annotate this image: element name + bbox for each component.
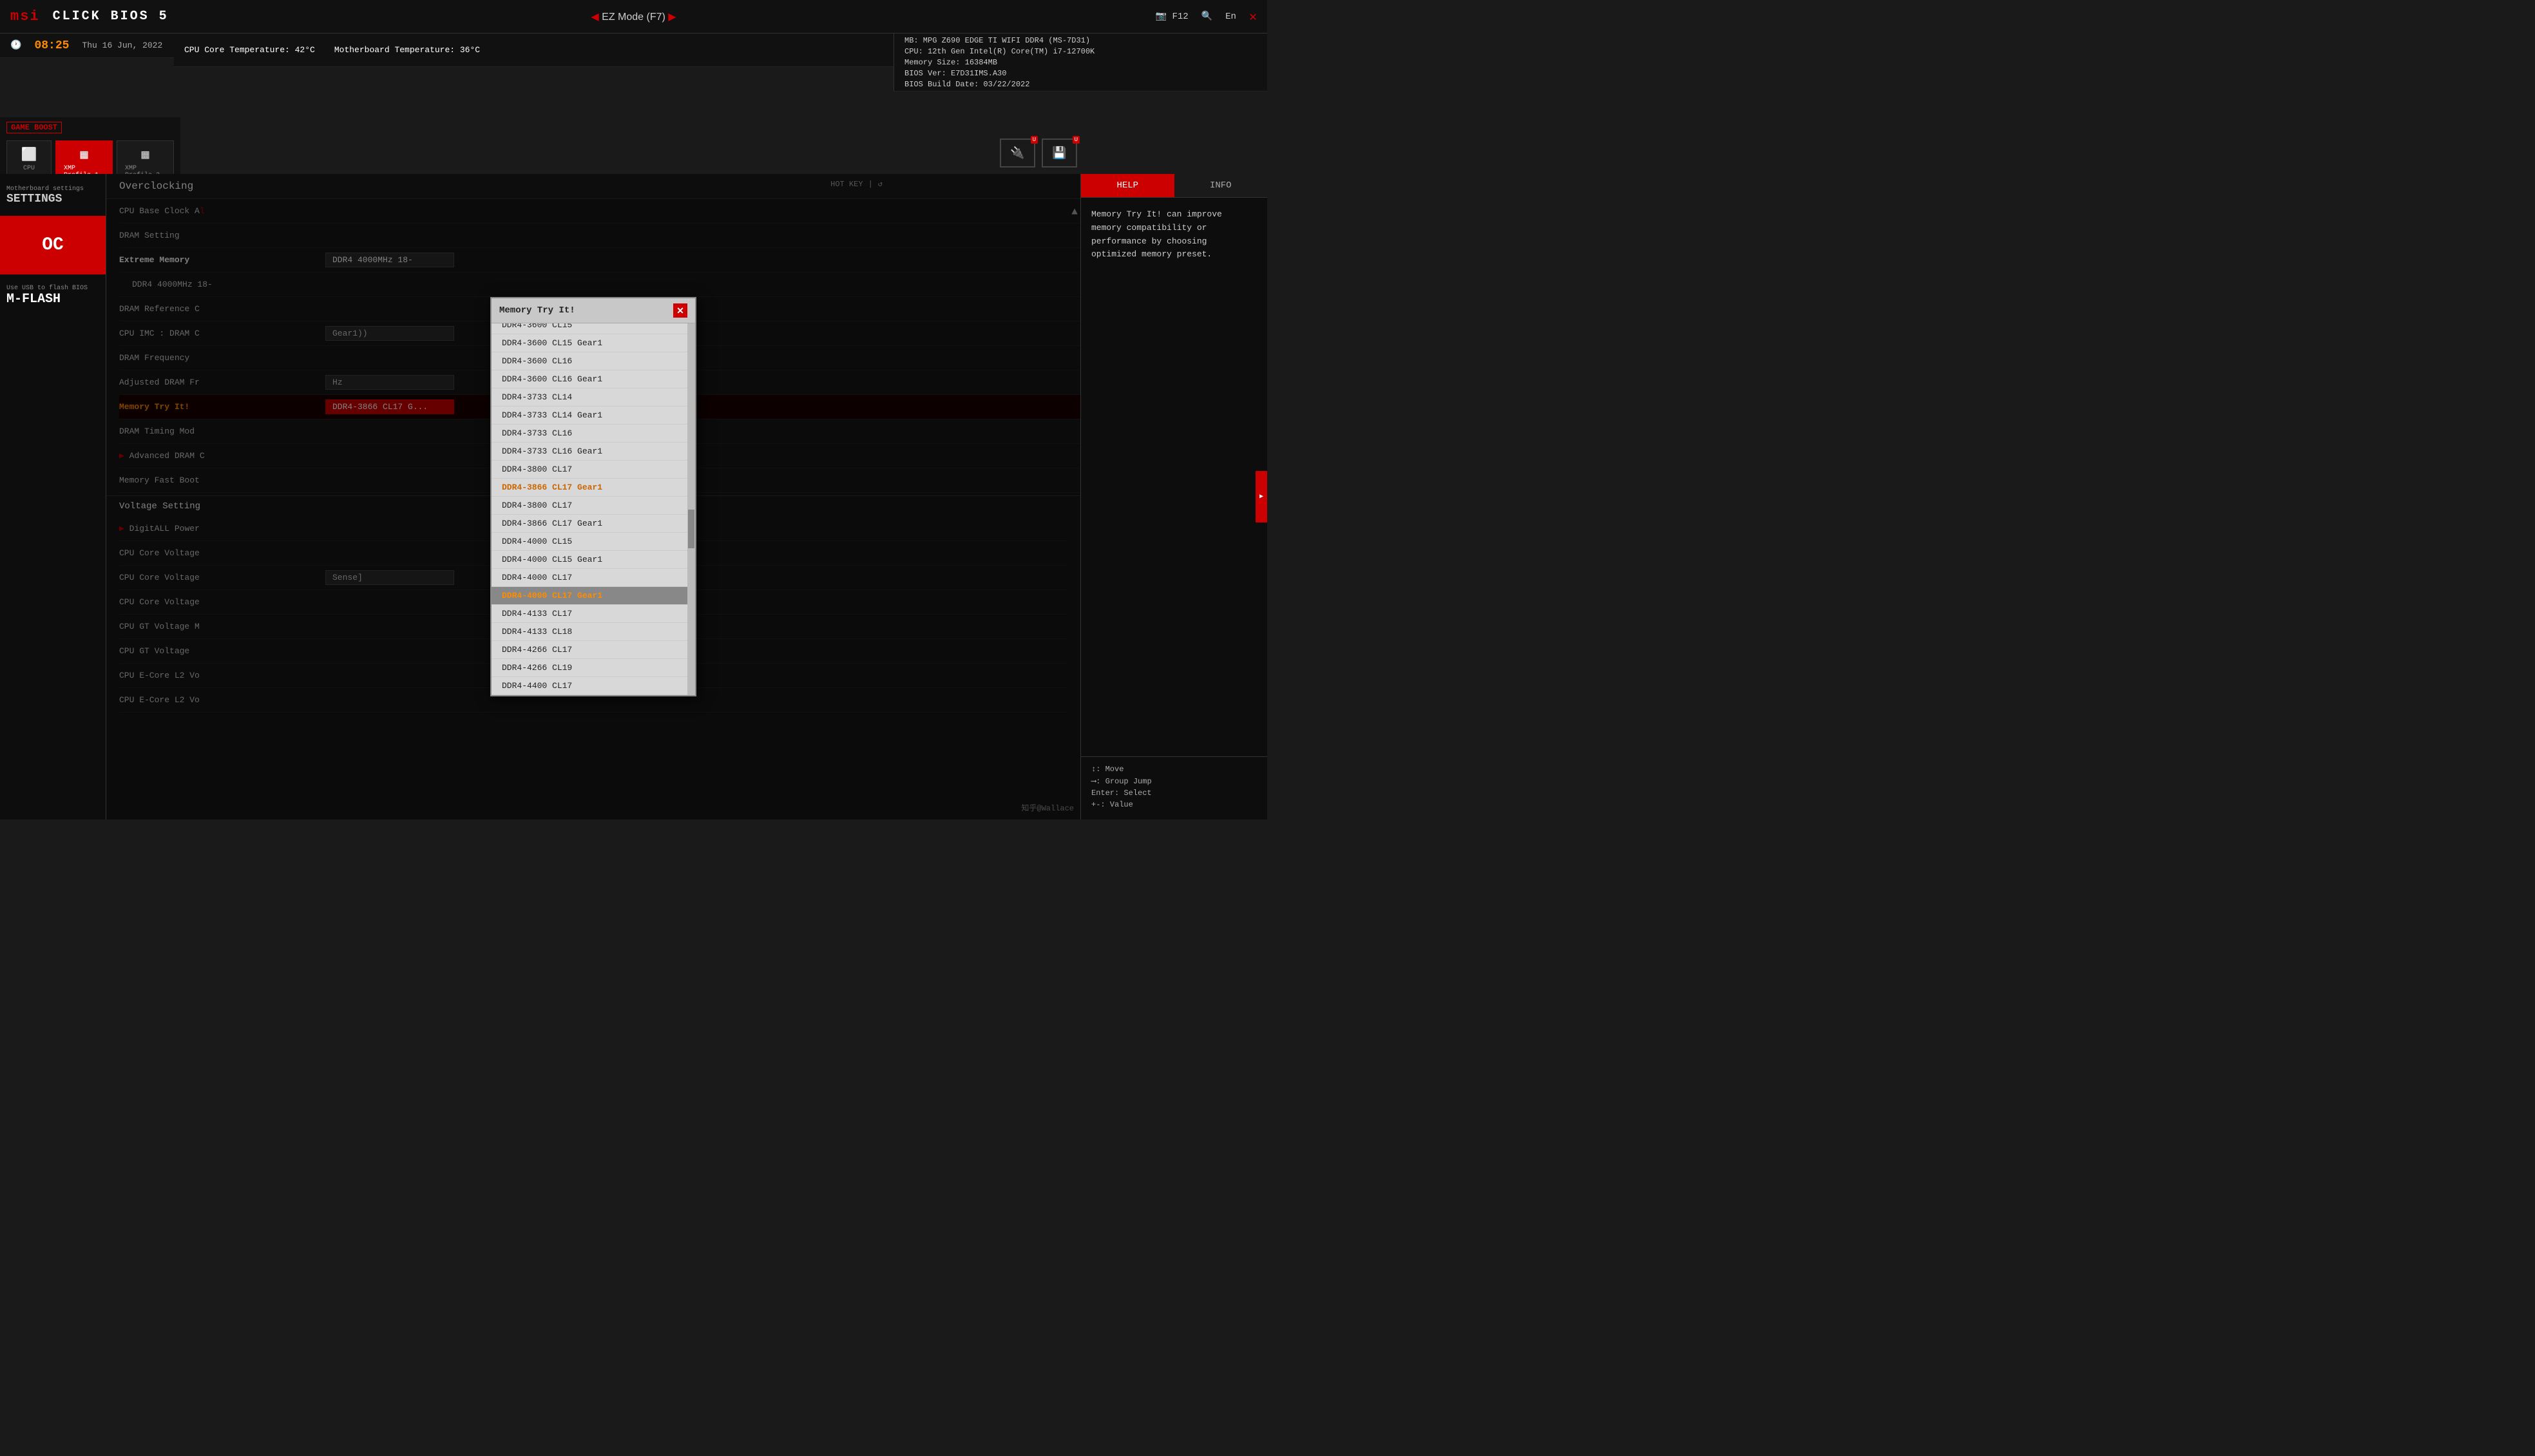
usb-symbol-1: 🔌 xyxy=(1010,146,1024,160)
modal-body: DisabledDDR4-3200 CL14DDR4-3200 CL15DDR4… xyxy=(492,323,695,695)
list-item[interactable]: DDR4-4133 CL17 xyxy=(492,605,687,623)
list-item[interactable]: DDR4-3600 CL15 Gear1 xyxy=(492,334,687,352)
list-item[interactable]: DDR4-3733 CL14 xyxy=(492,388,687,407)
memory-info: Memory Size: 16384MB xyxy=(904,58,1257,67)
cpu-icon: ⬜ xyxy=(21,146,37,163)
modal-scroll-thumb xyxy=(688,510,694,548)
game-boost-label[interactable]: GAME BOOST xyxy=(6,122,62,133)
nav-hint-group: ⟶: Group Jump xyxy=(1091,776,1257,786)
oc-label: OC xyxy=(6,235,99,255)
list-item[interactable]: DDR4-3800 CL17 xyxy=(492,497,687,515)
sys-info: MB: MPG Z690 EDGE TI WIFI DDR4 (MS-7D31)… xyxy=(894,34,1267,91)
modal-dialog: Memory Try It! ✕ DisabledDDR4-3200 CL14D… xyxy=(490,297,696,696)
center-content: HOT KEY | ↺ ▲ Overclocking CPU Base Cloc… xyxy=(106,174,1080,819)
sidebar-collapse-icon: ▶ xyxy=(1259,493,1263,501)
list-item[interactable]: DDR4-4000 CL17 Gear1 xyxy=(492,587,687,605)
modal-scrollbar[interactable] xyxy=(687,323,695,695)
list-item[interactable]: DDR4-4266 CL17 xyxy=(492,641,687,659)
right-panel-tabs: HELP INFO xyxy=(1081,174,1267,198)
mflash-section[interactable]: Use USB to flash BIOS M-FLASH xyxy=(0,280,106,312)
sidebar-collapse-btn[interactable]: ▶ xyxy=(1256,471,1267,522)
bios-date-info: BIOS Build Date: 03/22/2022 xyxy=(904,80,1257,89)
mflash-title: M-FLASH xyxy=(6,292,99,307)
list-item[interactable]: DDR4-3600 CL16 Gear1 xyxy=(492,370,687,388)
list-item[interactable]: DDR4-4133 CL18 xyxy=(492,623,687,641)
tab-help[interactable]: HELP xyxy=(1081,174,1174,197)
list-item[interactable]: DDR4-3733 CL14 Gear1 xyxy=(492,407,687,425)
close-button[interactable]: ✕ xyxy=(1249,8,1257,25)
list-item[interactable]: DDR4-3600 CL16 xyxy=(492,352,687,370)
search-icon[interactable]: 🔍 xyxy=(1201,11,1212,22)
cpu-temp: CPU Core Temperature: 42°C xyxy=(184,45,315,55)
list-item[interactable]: DDR4-4000 CL15 Gear1 xyxy=(492,551,687,569)
list-item[interactable]: DDR4-4000 CL17 xyxy=(492,569,687,587)
temp-info: CPU Core Temperature: 42°C Motherboard T… xyxy=(174,34,977,67)
mflash-sub-label: Use USB to flash BIOS xyxy=(6,285,99,292)
nav-hint-value: +-: Value xyxy=(1091,800,1257,809)
tab-info[interactable]: INFO xyxy=(1174,174,1268,197)
right-panel: HELP INFO Memory Try It! can improve mem… xyxy=(1080,174,1267,819)
xmp2-icon: ▦ xyxy=(141,146,149,163)
modal-overlay: Memory Try It! ✕ DisabledDDR4-3200 CL14D… xyxy=(106,174,1080,819)
modal-title: Memory Try It! xyxy=(499,305,575,316)
modal-header: Memory Try It! ✕ xyxy=(492,298,695,323)
list-item[interactable]: DDR4-4266 CL19 xyxy=(492,659,687,677)
clock-icon: 🕐 xyxy=(10,40,21,51)
list-item[interactable]: DDR4-4400 CL17 xyxy=(492,677,687,695)
usb-badge-1: U xyxy=(1031,136,1038,144)
nav-hint-enter: Enter: Select xyxy=(1091,789,1257,798)
list-item[interactable]: DDR4-3733 CL16 xyxy=(492,425,687,443)
left-sidebar: Motherboard settings SETTINGS OC Use USB… xyxy=(0,174,106,819)
sidebar-settings[interactable]: Motherboard settings SETTINGS xyxy=(0,180,106,211)
modal-list[interactable]: DisabledDDR4-3200 CL14DDR4-3200 CL15DDR4… xyxy=(492,323,687,695)
xmp1-icon: ▦ xyxy=(80,146,88,163)
oc-section[interactable]: OC xyxy=(0,216,106,274)
screenshot-icon[interactable]: 📷 F12 xyxy=(1156,11,1189,22)
list-item[interactable]: DDR4-3733 CL16 Gear1 xyxy=(492,443,687,461)
bios-title: CLICK BIOS 5 xyxy=(53,9,169,24)
cpu-profile-label: CPU xyxy=(23,165,35,172)
bios-ver-info: BIOS Ver: E7D31IMS.A30 xyxy=(904,69,1257,78)
list-item[interactable]: DDR4-4000 CL15 xyxy=(492,533,687,551)
msi-logo: msi xyxy=(10,8,40,24)
ez-mode-button[interactable]: EZ Mode (F7) xyxy=(591,10,676,23)
clock-display: 08:25 xyxy=(34,39,69,52)
usb-symbol-2: 💾 xyxy=(1052,146,1066,160)
usb-icon-1[interactable]: U 🔌 xyxy=(1000,139,1035,168)
language-selector[interactable]: En xyxy=(1225,12,1236,22)
list-item[interactable]: DDR4-3866 CL17 Gear1 xyxy=(492,515,687,533)
mb-info: MB: MPG Z690 EDGE TI WIFI DDR4 (MS-7D31) xyxy=(904,36,1257,45)
top-bar: msi CLICK BIOS 5 EZ Mode (F7) 📷 F12 🔍 En… xyxy=(0,0,1267,34)
usb-badge-2: U xyxy=(1073,136,1080,144)
settings-title: SETTINGS xyxy=(6,193,99,206)
settings-sub-label: Motherboard settings xyxy=(6,186,99,193)
list-item[interactable]: DDR4-3866 CL17 Gear1 xyxy=(492,479,687,497)
cpu-info: CPU: 12th Gen Intel(R) Core(TM) i7-12700… xyxy=(904,47,1257,56)
help-text: Memory Try It! can improve memory compat… xyxy=(1091,208,1257,262)
date-display: Thu 16 Jun, 2022 xyxy=(82,41,162,50)
usb-icons: U 🔌 U 💾 xyxy=(1000,139,1077,168)
list-item[interactable]: DDR4-3600 CL15 xyxy=(492,323,687,334)
modal-close-button[interactable]: ✕ xyxy=(673,303,687,318)
usb-icon-2[interactable]: U 💾 xyxy=(1042,139,1077,168)
nav-hint-move: ↕: Move xyxy=(1091,765,1257,774)
mb-temp: Motherboard Temperature: 36°C xyxy=(334,45,480,55)
top-right-icons: 📷 F12 🔍 En ✕ xyxy=(1156,8,1257,25)
right-panel-content: Memory Try It! can improve memory compat… xyxy=(1081,198,1267,756)
nav-hints: ↕: Move ⟶: Group Jump Enter: Select +-: … xyxy=(1081,756,1267,819)
list-item[interactable]: DDR4-3800 CL17 xyxy=(492,461,687,479)
